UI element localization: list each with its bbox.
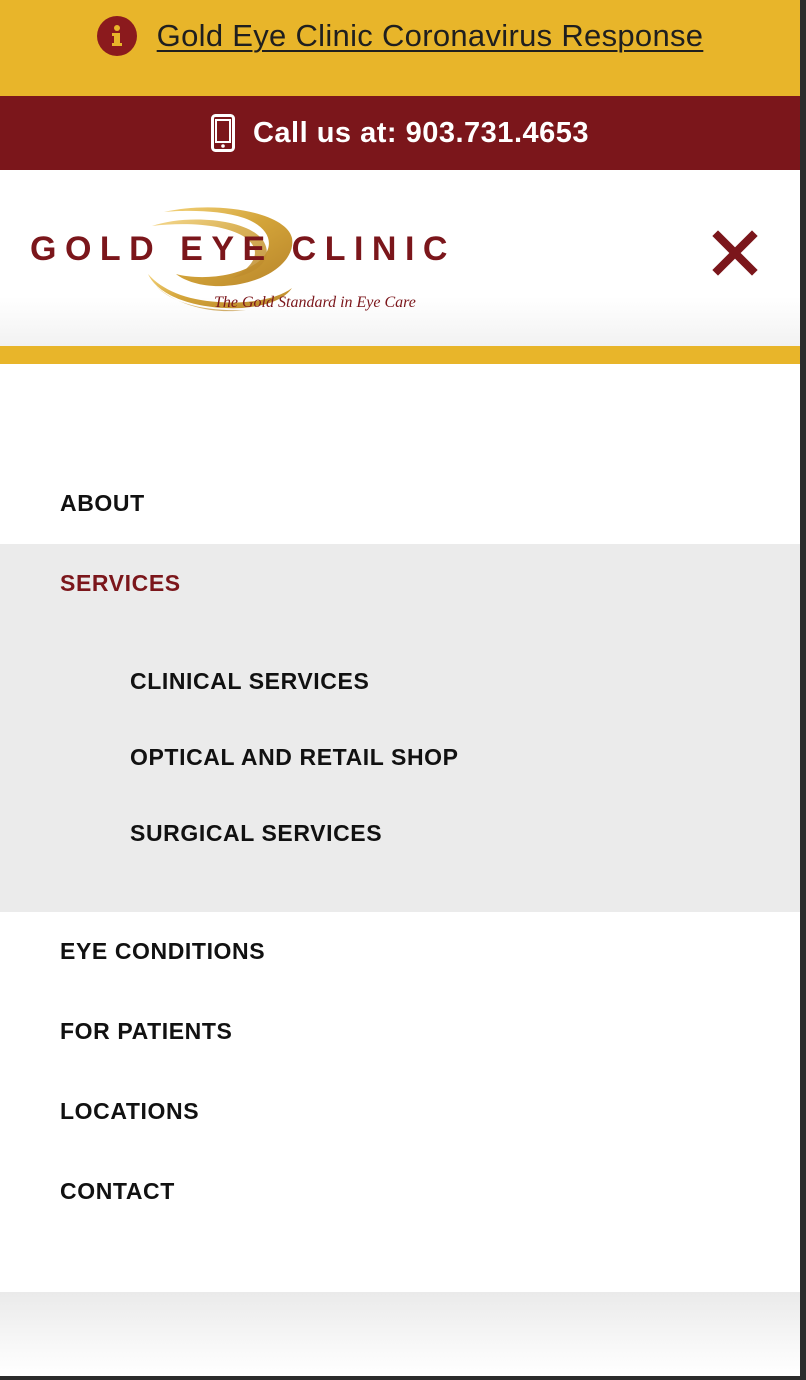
call-bar[interactable]: Call us at: 903.731.4653 [0, 96, 800, 170]
clinic-logo[interactable]: GOLD EYE CLINIC The Gold Standard in Eye… [28, 204, 448, 312]
nav-item-for-patients[interactable]: FOR PATIENTS [60, 1018, 232, 1045]
site-header: GOLD EYE CLINIC The Gold Standard in Eye… [0, 170, 800, 346]
nav-item-about[interactable]: ABOUT [60, 490, 145, 517]
logo-name: GOLD EYE CLINIC [30, 230, 456, 268]
menu-footer-shadow [0, 1292, 800, 1376]
coronavirus-response-link[interactable]: Gold Eye Clinic Coronavirus Response [157, 18, 704, 54]
subnav-item-surgical-services[interactable]: SURGICAL SERVICES [130, 820, 382, 847]
close-icon [712, 230, 758, 276]
mobile-phone-icon [210, 114, 235, 152]
alert-banner[interactable]: Gold Eye Clinic Coronavirus Response [96, 14, 704, 58]
nav-item-eye-conditions[interactable]: EYE CONDITIONS [60, 938, 265, 965]
nav-item-locations[interactable]: LOCATIONS [60, 1098, 199, 1125]
alert-bar: Gold Eye Clinic Coronavirus Response [0, 0, 800, 96]
header-divider [0, 346, 800, 364]
close-menu-button[interactable] [712, 230, 758, 276]
subnav-item-optical-and-retail-shop[interactable]: OPTICAL AND RETAIL SHOP [130, 744, 459, 771]
window-edge [800, 0, 806, 1380]
nav-item-contact[interactable]: CONTACT [60, 1178, 175, 1205]
phone-number-link[interactable]: Call us at: 903.731.4653 [253, 117, 589, 150]
subnav-item-clinical-services[interactable]: CLINICAL SERVICES [130, 668, 369, 695]
logo-tagline: The Gold Standard in Eye Care [214, 294, 416, 311]
page: Gold Eye Clinic Coronavirus Response Cal… [0, 0, 800, 1376]
info-icon [96, 16, 137, 56]
window-edge-bottom [0, 1376, 806, 1380]
services-submenu-panel [0, 544, 800, 912]
nav-item-services[interactable]: SERVICES [60, 570, 181, 597]
